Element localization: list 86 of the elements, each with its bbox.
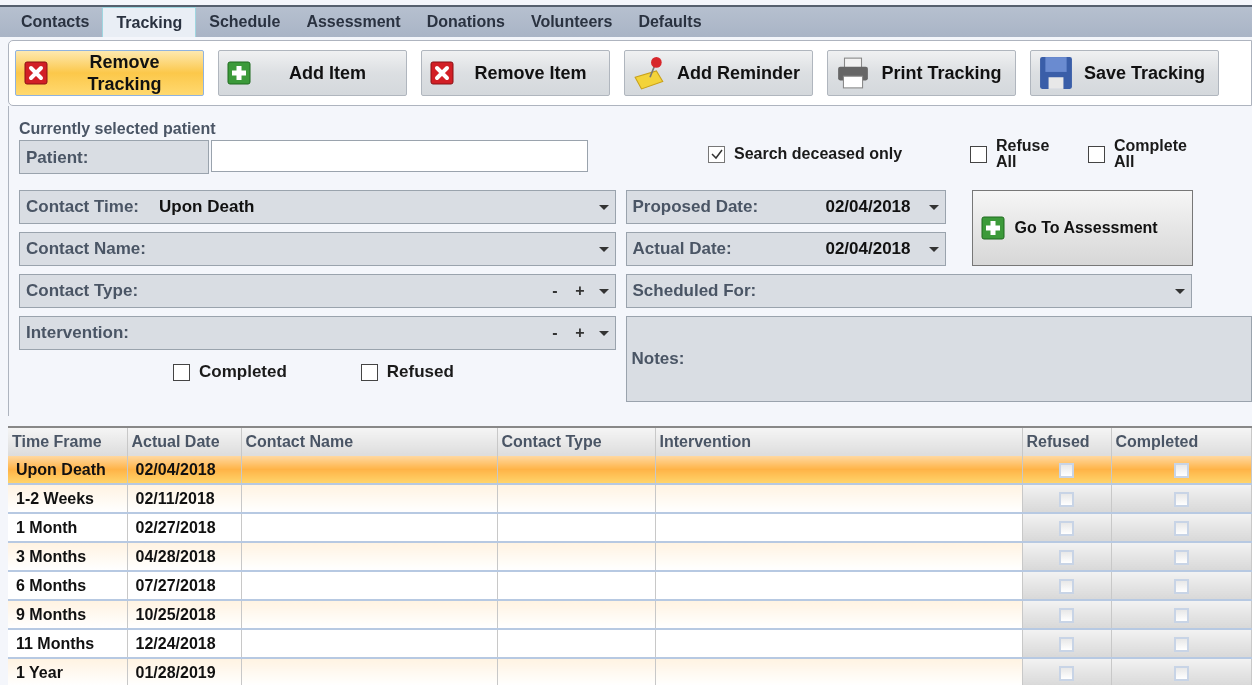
toolbar-button[interactable]: Add Reminder bbox=[624, 50, 813, 96]
table-cell: 12/24/2018 bbox=[127, 629, 241, 658]
checkbox[interactable] bbox=[1173, 549, 1189, 565]
tab[interactable]: Schedule bbox=[196, 7, 294, 37]
table-cell: 1 Year bbox=[8, 658, 127, 685]
delete-icon bbox=[24, 61, 48, 85]
column-header[interactable]: Actual Date bbox=[127, 427, 241, 456]
checkbox[interactable] bbox=[1173, 665, 1189, 681]
add-icon bbox=[227, 61, 251, 85]
caret-icon bbox=[928, 204, 939, 210]
checkbox[interactable] bbox=[1173, 520, 1189, 536]
tab[interactable]: Defaults bbox=[625, 7, 715, 37]
checkbox[interactable] bbox=[1059, 665, 1074, 681]
column-header[interactable]: Time Frame bbox=[8, 427, 127, 456]
tab[interactable]: Tracking bbox=[102, 7, 197, 37]
table-cell: 3 Months bbox=[8, 542, 127, 571]
add-icon bbox=[980, 216, 1005, 240]
column-header[interactable]: Contact Name bbox=[241, 427, 497, 456]
checkbox[interactable]: Completed bbox=[173, 362, 287, 382]
checkbox[interactable] bbox=[1059, 549, 1074, 565]
dropdown-field[interactable]: Contact Name: bbox=[19, 232, 616, 266]
checkbox[interactable]: Search deceased only bbox=[708, 145, 970, 163]
table-cell: 1-2 Weeks bbox=[8, 484, 127, 513]
caret-icon bbox=[1174, 288, 1185, 294]
checkbox[interactable] bbox=[1059, 462, 1074, 478]
tab[interactable]: Volunteers bbox=[517, 7, 626, 37]
column-header[interactable]: Contact Type bbox=[497, 427, 655, 456]
checkbox[interactable]: Complete All bbox=[1088, 138, 1208, 170]
dropdown-field[interactable]: Intervention: - + bbox=[19, 316, 616, 350]
column-header[interactable]: Intervention bbox=[655, 427, 1022, 456]
patient-label: Patient: bbox=[19, 140, 209, 174]
table-cell: 1 Month bbox=[8, 513, 127, 542]
date-field[interactable]: Proposed Date: 02/04/2018 bbox=[625, 190, 946, 224]
table-cell: 07/27/2018 bbox=[127, 571, 241, 600]
toolbar-button[interactable]: Print Tracking bbox=[827, 50, 1016, 96]
toolbar-button[interactable]: Remove Item bbox=[421, 50, 610, 96]
minus-button[interactable]: - bbox=[542, 282, 568, 300]
checkbox[interactable] bbox=[1059, 578, 1074, 594]
checkbox[interactable] bbox=[1173, 636, 1189, 652]
table-cell: 02/27/2018 bbox=[127, 513, 241, 542]
minus-button[interactable]: - bbox=[542, 324, 568, 342]
tab[interactable]: Donations bbox=[413, 7, 518, 37]
table-cell: 04/28/2018 bbox=[127, 542, 241, 571]
checkbox[interactable] bbox=[1059, 520, 1074, 536]
tab[interactable]: Assessment bbox=[293, 7, 414, 37]
table-cell: 6 Months bbox=[8, 571, 127, 600]
table-cell: 02/11/2018 bbox=[127, 484, 241, 513]
table-cell: 11 Months bbox=[8, 629, 127, 658]
toolbar-button[interactable]: Remove Tracking bbox=[15, 50, 204, 96]
table-cell: 02/04/2018 bbox=[127, 456, 241, 484]
table-cell: 9 Months bbox=[8, 600, 127, 629]
delete-icon bbox=[430, 61, 454, 85]
column-header[interactable]: Refused bbox=[1022, 427, 1111, 456]
section-title: Currently selected patient bbox=[19, 120, 217, 138]
table-cell: Upon Death bbox=[8, 456, 127, 484]
checkbox[interactable]: Refused bbox=[360, 362, 454, 382]
toolbar-button[interactable]: Add Item bbox=[218, 50, 407, 96]
checkbox[interactable] bbox=[1173, 578, 1189, 594]
checkbox[interactable] bbox=[1173, 491, 1189, 507]
checkbox[interactable] bbox=[1059, 491, 1074, 507]
check-icon bbox=[709, 147, 724, 161]
checkbox[interactable] bbox=[1059, 607, 1074, 623]
checkbox[interactable] bbox=[1173, 462, 1189, 478]
dropdown-field[interactable]: Scheduled For: bbox=[625, 274, 1192, 308]
caret-icon bbox=[598, 204, 609, 210]
table-cell: 01/28/2019 bbox=[127, 658, 241, 685]
caret-icon bbox=[598, 246, 609, 252]
date-field[interactable]: Actual Date: 02/04/2018 bbox=[625, 232, 946, 266]
notes-field[interactable]: Notes: bbox=[625, 316, 1252, 402]
caret-icon bbox=[598, 330, 609, 336]
column-header[interactable]: Completed bbox=[1111, 427, 1252, 456]
caret-icon bbox=[598, 288, 609, 294]
toolbar-button[interactable]: Save Tracking bbox=[1030, 50, 1219, 96]
caret-icon bbox=[928, 246, 939, 252]
checkbox[interactable]: Refuse All bbox=[970, 138, 1088, 170]
plus-button[interactable]: + bbox=[567, 282, 593, 300]
plus-button[interactable]: + bbox=[567, 324, 593, 342]
tab[interactable]: Contacts bbox=[8, 7, 103, 37]
printer-icon bbox=[836, 56, 870, 90]
checkbox[interactable] bbox=[1173, 607, 1189, 623]
dropdown-field[interactable]: Contact Type: - + bbox=[19, 274, 616, 308]
go-to-assessment-button[interactable]: Go To Assessment bbox=[971, 190, 1193, 266]
dropdown-field[interactable]: Contact Time: Upon Death bbox=[19, 190, 616, 224]
checkbox[interactable] bbox=[1059, 636, 1074, 652]
patient-input-field[interactable] bbox=[211, 140, 588, 172]
table-cell: 10/25/2018 bbox=[127, 600, 241, 629]
